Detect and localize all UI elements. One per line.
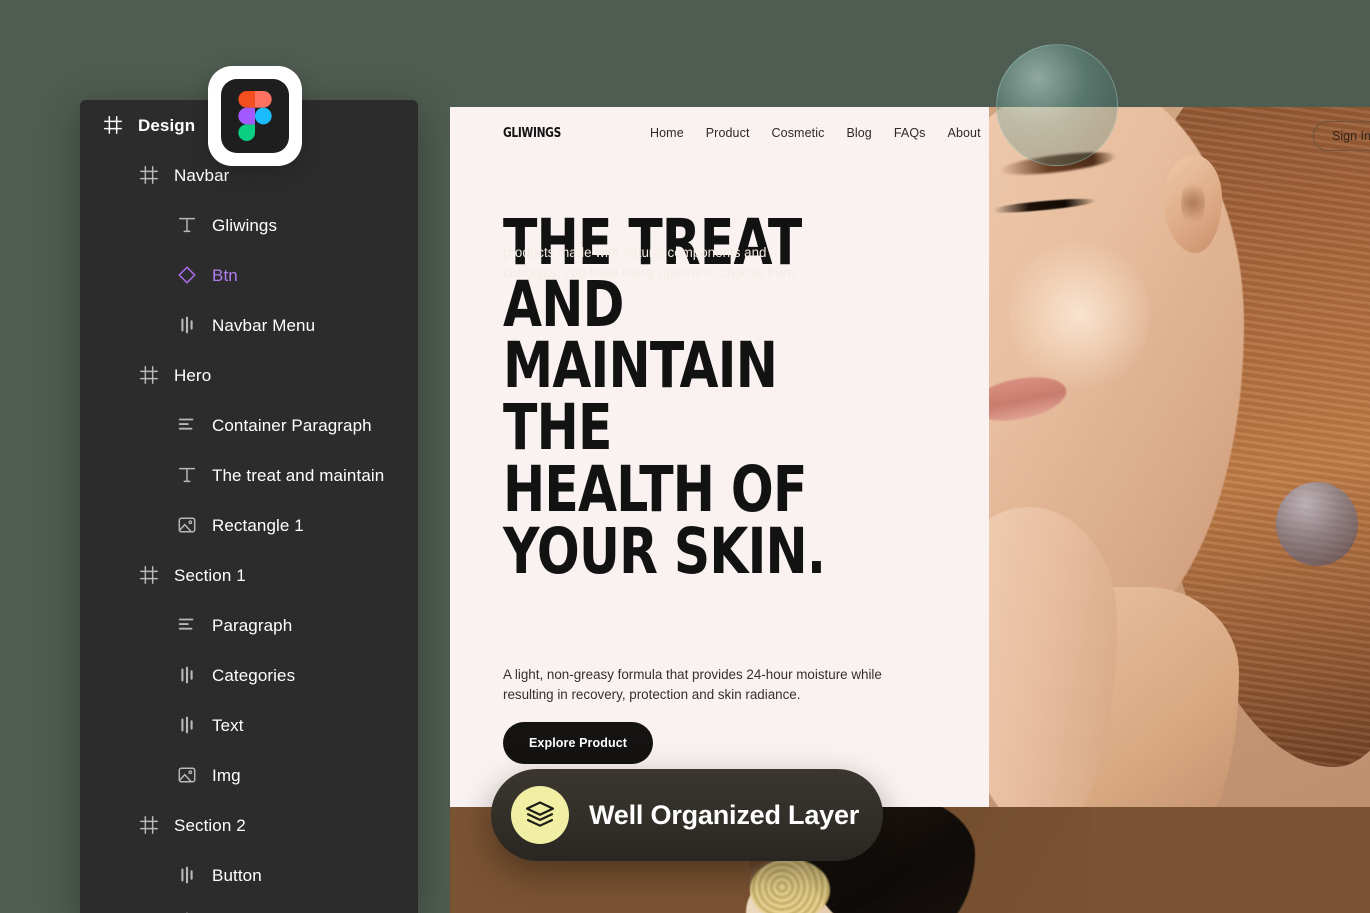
layer-row-the-treat-and-maintain[interactable]: The treat and maintain [80, 450, 418, 500]
component-icon [178, 266, 196, 284]
figma-layers-panel[interactable]: Design Navbar Gliwings Btn Navbar Menu Hero Co… [80, 100, 418, 913]
text-icon [178, 467, 196, 483]
nav-link-blog[interactable]: Blog [846, 126, 871, 140]
instance-icon [181, 866, 193, 884]
layer-row-paragraph[interactable]: Paragraph [80, 600, 418, 650]
site-navbar: GLIWINGS Home Product Cosmetic Blog FAQs… [450, 107, 1370, 161]
screenshot-stage: The treat and maintain the health of you… [0, 0, 1370, 913]
layer-label: Button [212, 865, 262, 885]
frame-icon [140, 816, 158, 834]
layer-label: Container Paragraph [212, 415, 372, 435]
model-hand [989, 507, 1117, 807]
layer-row-img[interactable]: Img [80, 750, 418, 800]
layer-label: The treat and maintain [212, 465, 385, 485]
instance-icon [181, 666, 193, 684]
sign-in-button[interactable]: Sign In [1313, 121, 1370, 151]
image-icon [178, 767, 196, 783]
hero-description: A light, non-greasy formula that provide… [503, 667, 882, 702]
nav-link-about[interactable]: About [948, 126, 981, 140]
frame-icon [140, 166, 158, 184]
figma-logo-icon [238, 91, 272, 141]
layer-label: Section 2 [174, 815, 246, 835]
explore-product-button[interactable]: Explore Product [503, 722, 654, 764]
nav-link-product[interactable]: Product [706, 126, 750, 140]
model-ear-inner [1181, 179, 1205, 227]
layer-label: Navbar Menu [212, 315, 316, 335]
nav-link-home[interactable]: Home [650, 126, 684, 140]
layer-row-clipped[interactable] [80, 900, 418, 913]
figma-logo-badge [208, 66, 302, 166]
layer-label: Gliwings [212, 215, 278, 235]
nav-links: Home Product Cosmetic Blog FAQs About [650, 126, 981, 140]
layer-row-rectangle-1[interactable]: Rectangle 1 [80, 500, 418, 550]
frame-icon [140, 366, 158, 384]
layer-label: Navbar [174, 165, 230, 185]
text-icon [178, 217, 196, 233]
layer-label: Hero [174, 365, 212, 385]
layer-label: Btn [212, 265, 238, 285]
section-two-dried-flowers [750, 859, 830, 913]
nav-link-cosmetic[interactable]: Cosmetic [772, 126, 825, 140]
layer-label: Text [212, 715, 244, 735]
badge-label: Well Organized Layer [589, 799, 860, 830]
well-organized-layer-badge: Well Organized Layer [491, 769, 883, 861]
layer-label: Img [212, 765, 241, 785]
layer-row-gliwings[interactable]: Gliwings [80, 200, 418, 250]
layer-row-section-1[interactable]: Section 1 [80, 550, 418, 600]
layer-label: Paragraph [212, 615, 293, 635]
brand-logo[interactable]: GLIWINGS [503, 126, 561, 141]
instance-icon [181, 716, 193, 734]
section-two-text: products made with natural components an… [503, 245, 798, 281]
figma-logo-plate [221, 79, 289, 153]
instance-icon [185, 911, 189, 913]
badge-icon-circle [511, 786, 569, 844]
instance-icon [181, 316, 193, 334]
layer-row-navbar-menu[interactable]: Navbar Menu [80, 300, 418, 350]
layers-list: Design Navbar Gliwings Btn Navbar Menu Hero Co… [80, 100, 418, 913]
autolayout-icon [178, 418, 194, 430]
layer-label: Rectangle 1 [212, 515, 304, 535]
layer-row-section-2[interactable]: Section 2 [80, 800, 418, 850]
nav-link-faqs[interactable]: FAQs [894, 126, 926, 140]
layer-row-btn[interactable]: Btn [80, 250, 418, 300]
layer-label: Section 1 [174, 565, 246, 585]
frame-icon [104, 116, 122, 134]
frame-icon [140, 566, 158, 584]
layer-row-button[interactable]: Button [80, 850, 418, 900]
layer-row-container-paragraph[interactable]: Container Paragraph [80, 400, 418, 450]
layer-label: Categories [212, 665, 296, 685]
layer-row-categories[interactable]: Categories [80, 650, 418, 700]
autolayout-icon [178, 618, 194, 630]
layer-row-text[interactable]: Text [80, 700, 418, 750]
hero-content-panel: The treat and maintain the health of you… [450, 107, 989, 807]
image-icon [178, 517, 196, 533]
layer-row-hero[interactable]: Hero [80, 350, 418, 400]
layers-stack-icon [525, 801, 555, 827]
model-cheek-highlight [1009, 227, 1149, 402]
hero-photo [989, 107, 1370, 807]
layer-label: Design [138, 115, 196, 135]
